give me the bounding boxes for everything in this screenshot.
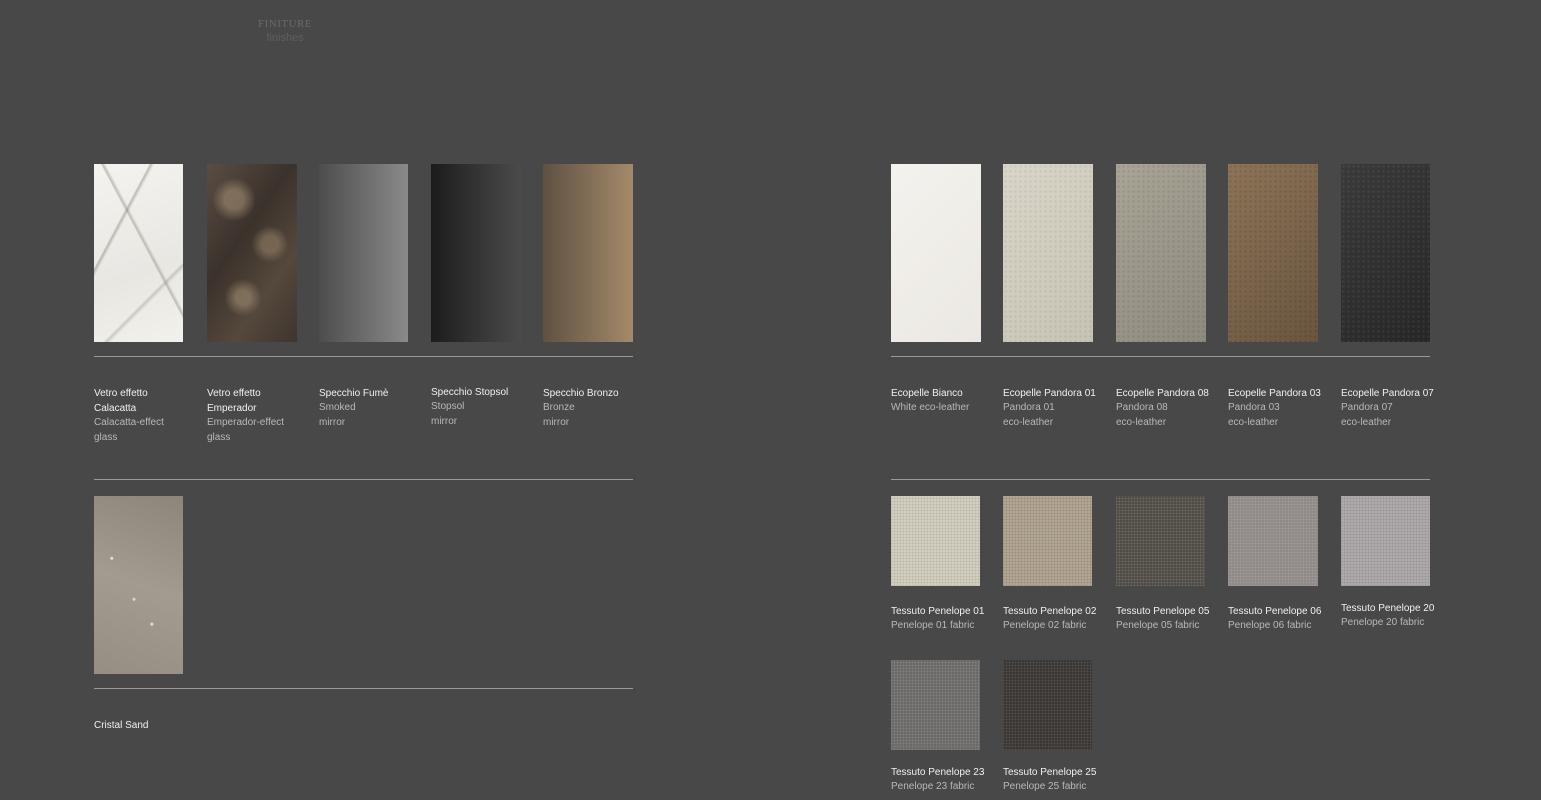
finish-name: Ecopelle Pandora 03 (1228, 388, 1321, 399)
finish-description: Pandora 01 (1003, 402, 1055, 413)
finish-description: eco-leather (1003, 416, 1054, 428)
swatch-tessuto-penelope-01 (891, 496, 980, 586)
finish-description: Penelope 23 fabric (891, 781, 975, 792)
label-vetro-calacatta: Vetro effetto Calacatta Calacatta-effect… (94, 386, 204, 445)
label-tessuto-penelope-20: Tessuto Penelope 20 Penelope 20 fabric (1341, 601, 1451, 631)
finish-description: mirror (543, 416, 570, 428)
finish-description: Calacatta-effect (94, 417, 164, 428)
finish-name: Cristal Sand (94, 720, 149, 731)
page-subtitle: finishes (266, 32, 304, 44)
finish-description: Stopsol (431, 401, 465, 412)
finish-name: Vetro effetto (94, 388, 148, 399)
swatch-specchio-stopsol (431, 164, 521, 342)
swatch-cristal-sand (94, 496, 183, 674)
finish-description: mirror (431, 415, 458, 427)
swatch-ecopelle-pandora-01 (1003, 164, 1093, 342)
label-specchio-stopsol: Specchio Stopsol Stopsol mirror (431, 385, 541, 429)
finish-name: Tessuto Penelope 23 (891, 767, 985, 778)
finish-name: Ecopelle Bianco (891, 388, 963, 399)
finish-description: Penelope 05 fabric (1116, 620, 1200, 631)
swatch-vetro-emperador (207, 164, 297, 342)
finish-description: Bronze (543, 402, 575, 413)
finish-description: Pandora 03 (1228, 402, 1280, 413)
finish-name: Vetro effetto (207, 388, 261, 399)
finish-name: Tessuto Penelope 06 (1228, 606, 1322, 617)
label-specchio-bronzo: Specchio Bronzo Bronze mirror (543, 386, 653, 430)
finish-description: eco-leather (1341, 416, 1392, 428)
finish-description: Penelope 01 fabric (891, 620, 975, 631)
swatch-specchio-fume (319, 164, 408, 342)
finish-name: Specchio Fumè (319, 388, 389, 399)
finish-description: Penelope 20 fabric (1341, 617, 1425, 628)
finish-description: Smoked (319, 402, 356, 413)
finish-description: Pandora 08 (1116, 402, 1168, 413)
page-header: FINITURE finishes (258, 18, 312, 45)
label-ecopelle-pandora-08: Ecopelle Pandora 08 Pandora 08 eco-leath… (1116, 386, 1226, 430)
finish-name: Emperador (207, 403, 257, 414)
label-ecopelle-pandora-01: Ecopelle Pandora 01 Pandora 01 eco-leath… (1003, 386, 1113, 430)
finish-description: mirror (319, 416, 346, 428)
finish-description: eco-leather (1228, 416, 1279, 428)
label-tessuto-penelope-02: Tessuto Penelope 02 Penelope 02 fabric (1003, 604, 1113, 634)
swatch-ecopelle-pandora-03 (1228, 164, 1318, 342)
label-tessuto-penelope-01: Tessuto Penelope 01 Penelope 01 fabric (891, 604, 1001, 634)
finish-description: Penelope 02 fabric (1003, 620, 1087, 631)
finish-name: Tessuto Penelope 05 (1116, 606, 1210, 617)
divider (94, 356, 633, 357)
finish-description: Pandora 07 (1341, 402, 1393, 413)
label-ecopelle-pandora-07: Ecopelle Pandora 07 Pandora 07 eco-leath… (1341, 386, 1451, 430)
swatch-vetro-calacatta (94, 164, 183, 342)
finish-description: Emperador-effect (207, 417, 285, 428)
swatch-tessuto-penelope-20 (1341, 496, 1430, 586)
label-tessuto-penelope-05: Tessuto Penelope 05 Penelope 05 fabric (1116, 604, 1226, 634)
finish-name: Ecopelle Pandora 08 (1116, 388, 1209, 399)
finish-description: glass (207, 431, 231, 443)
finish-description: eco-leather (1116, 416, 1167, 428)
finish-name: Specchio Bronzo (543, 388, 619, 399)
finish-name: Tessuto Penelope 20 (1341, 603, 1435, 614)
swatch-ecopelle-bianco (891, 164, 981, 342)
finish-name: Ecopelle Pandora 07 (1341, 388, 1434, 399)
divider (891, 479, 1430, 480)
swatch-tessuto-penelope-06 (1228, 496, 1318, 586)
label-ecopelle-bianco: Ecopelle Bianco White eco-leather (891, 386, 1001, 416)
finish-name: Ecopelle Pandora 01 (1003, 388, 1096, 399)
divider (94, 479, 633, 480)
label-tessuto-penelope-25: Tessuto Penelope 25 Penelope 25 fabric (1003, 765, 1113, 795)
swatch-ecopelle-pandora-08 (1116, 164, 1206, 342)
finish-name: Tessuto Penelope 25 (1003, 767, 1097, 778)
finish-name: Tessuto Penelope 02 (1003, 606, 1097, 617)
divider (891, 356, 1430, 357)
swatch-tessuto-penelope-25 (1003, 660, 1092, 750)
label-specchio-fume: Specchio Fumè Smoked mirror (319, 386, 429, 430)
swatch-specchio-bronzo (543, 164, 633, 342)
finish-name: Specchio Stopsol (431, 387, 509, 398)
label-tessuto-penelope-23: Tessuto Penelope 23 Penelope 23 fabric (891, 765, 1001, 795)
finish-description: Penelope 25 fabric (1003, 781, 1087, 792)
label-cristal-sand: Cristal Sand (94, 718, 204, 733)
finish-description: White eco-leather (891, 402, 970, 413)
divider (94, 688, 633, 689)
finish-description: Penelope 06 fabric (1228, 620, 1312, 631)
label-vetro-emperador: Vetro effetto Emperador Emperador-effect… (207, 386, 317, 445)
finish-description: glass (94, 431, 118, 443)
swatch-tessuto-penelope-02 (1003, 496, 1092, 586)
finish-name: Tessuto Penelope 01 (891, 606, 985, 617)
swatch-tessuto-penelope-05 (1116, 496, 1205, 586)
label-tessuto-penelope-06: Tessuto Penelope 06 Penelope 06 fabric (1228, 604, 1338, 634)
swatch-tessuto-penelope-23 (891, 660, 980, 750)
finish-name: Calacatta (94, 403, 137, 414)
page-title: FINITURE (258, 18, 313, 30)
label-ecopelle-pandora-03: Ecopelle Pandora 03 Pandora 03 eco-leath… (1228, 386, 1338, 430)
swatch-ecopelle-pandora-07 (1341, 164, 1430, 342)
